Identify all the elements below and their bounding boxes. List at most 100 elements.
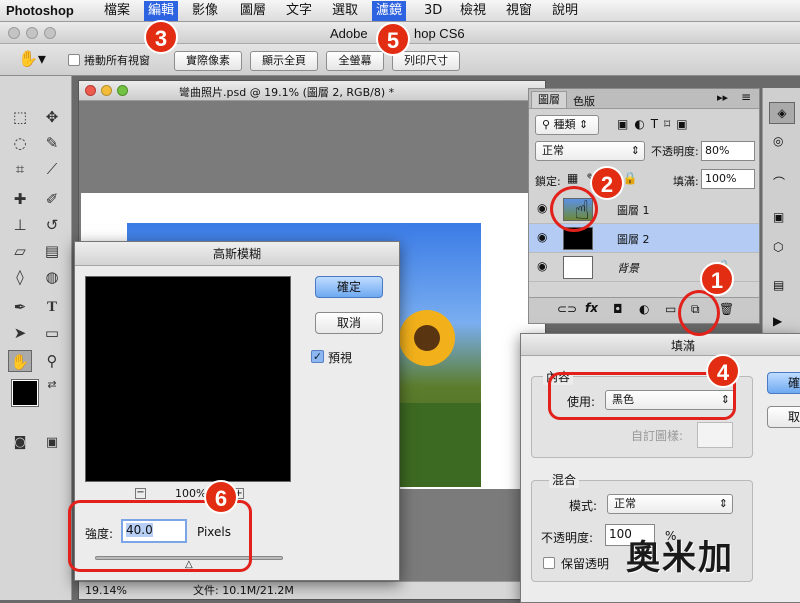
link-layers-icon[interactable]: ⊂⊃ <box>557 302 577 316</box>
adjustments-dock-icon[interactable]: ▣ <box>773 210 784 224</box>
properties-dock-icon[interactable]: ▤ <box>773 278 784 292</box>
fill-ok-button[interactable]: 確 <box>767 372 800 394</box>
visibility-eye-icon[interactable]: ◉ <box>537 230 547 244</box>
tools-panel: ⬚ ✥ ◌ ✎ ⌗ ⟋ ✚ ✐ ⊥ ↺ ▱ ▤ ◊ ◍ ✒ T ➤ ▭ ✋ ⚲ … <box>0 76 72 600</box>
menu-3d[interactable]: 3D <box>420 1 446 21</box>
menu-view[interactable]: 檢視 <box>456 1 490 21</box>
blur-preview[interactable] <box>85 276 291 482</box>
minimize-window-button[interactable] <box>26 27 38 39</box>
menu-image[interactable]: 影像 <box>188 1 222 21</box>
file-info: 文件: 10.1M/21.2M <box>193 584 294 597</box>
clone-stamp-tool-icon[interactable]: ⊥ <box>8 214 32 236</box>
type-tool-icon[interactable]: T <box>40 296 64 318</box>
layers-footer: ⊂⊃ fx ◘ ◐ ▭ ⧉ 🗑 <box>529 297 759 323</box>
menu-window[interactable]: 視窗 <box>502 1 536 21</box>
quick-mask-icon[interactable]: ◙ <box>8 432 32 454</box>
menu-bar: Photoshop 檔案 編輯 影像 圖層 文字 選取 濾鏡 3D 檢視 視窗 … <box>0 0 800 22</box>
layers-tabbar: 圖層 色版 ▸▸ ≡ <box>529 89 759 109</box>
doc-minimize-button[interactable] <box>101 85 112 96</box>
fill-screen-button[interactable]: 全螢幕 <box>326 51 384 71</box>
custom-pattern-picker[interactable] <box>697 422 733 448</box>
opacity-input[interactable]: 80% <box>701 141 755 161</box>
layer-name[interactable]: 圖層 1 <box>617 202 650 218</box>
layers-dock-icon[interactable]: ◈ <box>769 102 795 124</box>
gaussian-ok-button[interactable]: 確定 <box>315 276 383 298</box>
zoom-tool-icon[interactable]: ⚲ <box>40 350 64 372</box>
3d-dock-icon[interactable]: ⬡ <box>773 240 783 254</box>
move-tool-icon[interactable]: ✥ <box>40 106 64 128</box>
lock-label: 鎖定: <box>535 175 561 188</box>
tab-layers[interactable]: 圖層 <box>531 91 567 108</box>
visibility-eye-icon[interactable]: ◉ <box>537 201 547 215</box>
screen-mode-icon[interactable]: ▣ <box>40 432 64 454</box>
layer-name[interactable]: 背景 <box>617 260 639 276</box>
hand-tool-icon[interactable]: ✋ <box>8 350 32 372</box>
preview-checkbox[interactable]: ✓ <box>311 350 324 363</box>
step-badge-4: 4 <box>706 354 740 388</box>
add-mask-icon[interactable]: ◘ <box>613 302 623 316</box>
menu-help[interactable]: 說明 <box>548 1 582 21</box>
filter-icons[interactable]: ▣◐T⌑▣ <box>617 117 694 131</box>
healing-tool-icon[interactable]: ✚ <box>8 188 32 210</box>
zoom-window-button[interactable] <box>44 27 56 39</box>
doc-zoom-button[interactable] <box>117 85 128 96</box>
shape-tool-icon[interactable]: ▭ <box>40 322 64 344</box>
fill-cancel-button[interactable]: 取 <box>767 406 800 428</box>
menu-layer[interactable]: 圖層 <box>236 1 270 21</box>
fit-screen-button[interactable]: 顯示全頁 <box>250 51 318 71</box>
menu-type[interactable]: 文字 <box>282 1 316 21</box>
filter-kind-select[interactable]: ⚲ 種類 ⇕ <box>535 115 599 135</box>
menu-file[interactable]: 檔案 <box>100 1 134 21</box>
zoom-out-preview-button[interactable]: − <box>135 488 146 499</box>
eraser-tool-icon[interactable]: ▱ <box>8 240 32 262</box>
visibility-eye-icon[interactable]: ◉ <box>537 259 547 273</box>
marquee-tool-icon[interactable]: ⬚ <box>8 106 32 128</box>
zoom-status[interactable]: 19.14% <box>85 582 127 599</box>
fill-value: 100% <box>705 172 737 185</box>
quick-select-tool-icon[interactable]: ✎ <box>40 132 64 154</box>
panel-collapse-icon[interactable]: ▸▸ <box>717 91 728 104</box>
doc-close-button[interactable] <box>85 85 96 96</box>
layer-name[interactable]: 圖層 2 <box>617 231 650 247</box>
panel-menu-icon[interactable]: ≡ <box>741 90 751 104</box>
new-group-icon[interactable]: ▭ <box>665 302 676 316</box>
fx-button[interactable]: fx <box>585 301 598 315</box>
hand-tool-preset-icon[interactable]: ✋▾ <box>18 49 46 68</box>
blend-mode-select[interactable]: 正常 ⇕ <box>535 141 645 161</box>
blur-tool-icon[interactable]: ◊ <box>8 266 32 288</box>
document-title-bar: 彎曲照片.psd @ 19.1% (圖層 2, RGB/8) * <box>79 81 545 101</box>
step-badge-6: 6 <box>204 480 238 514</box>
dodge-tool-icon[interactable]: ◍ <box>40 266 64 288</box>
pen-tool-icon[interactable]: ✒ <box>8 296 32 318</box>
preserve-transparency-checkbox[interactable] <box>543 557 555 569</box>
lasso-tool-icon[interactable]: ◌ <box>8 132 32 154</box>
hand-pointer-icon: ☝ <box>574 196 590 226</box>
eyedropper-tool-icon[interactable]: ⟋ <box>40 158 64 180</box>
print-size-button[interactable]: 列印尺寸 <box>392 51 460 71</box>
gradient-tool-icon[interactable]: ▤ <box>40 240 64 262</box>
brush-tool-icon[interactable]: ✐ <box>40 188 64 210</box>
close-window-button[interactable] <box>8 27 20 39</box>
foreground-color-swatch[interactable] <box>11 379 39 407</box>
channels-dock-icon[interactable]: ◎ <box>773 134 783 148</box>
gaussian-cancel-button[interactable]: 取消 <box>315 312 383 334</box>
scroll-all-checkbox[interactable] <box>68 54 80 66</box>
actual-pixels-button[interactable]: 實際像素 <box>174 51 242 71</box>
fill-input[interactable]: 100% <box>701 169 755 189</box>
menu-select[interactable]: 選取 <box>328 1 362 21</box>
path-select-tool-icon[interactable]: ➤ <box>8 322 32 344</box>
adjustment-layer-icon[interactable]: ◐ <box>639 302 649 316</box>
mode-select[interactable]: 正常 ⇕ <box>607 494 733 514</box>
history-brush-tool-icon[interactable]: ↺ <box>40 214 64 236</box>
play-dock-icon[interactable]: ▶ <box>773 314 782 328</box>
swap-colors-icon[interactable]: ⇄ <box>40 374 64 396</box>
paths-dock-icon[interactable]: ⌒ <box>773 174 785 191</box>
gaussian-dialog-title: 高斯模糊 <box>75 242 399 266</box>
tab-channels[interactable]: 色版 <box>569 93 599 109</box>
menu-edit[interactable]: 編輯 <box>144 1 179 21</box>
crop-tool-icon[interactable]: ⌗ <box>8 158 32 180</box>
menu-filter[interactable]: 濾鏡 <box>372 1 407 21</box>
custom-pattern-label: 自訂圖樣: <box>631 429 684 443</box>
app-menu[interactable]: Photoshop <box>6 3 74 18</box>
delete-layer-icon[interactable]: 🗑 <box>719 302 734 316</box>
